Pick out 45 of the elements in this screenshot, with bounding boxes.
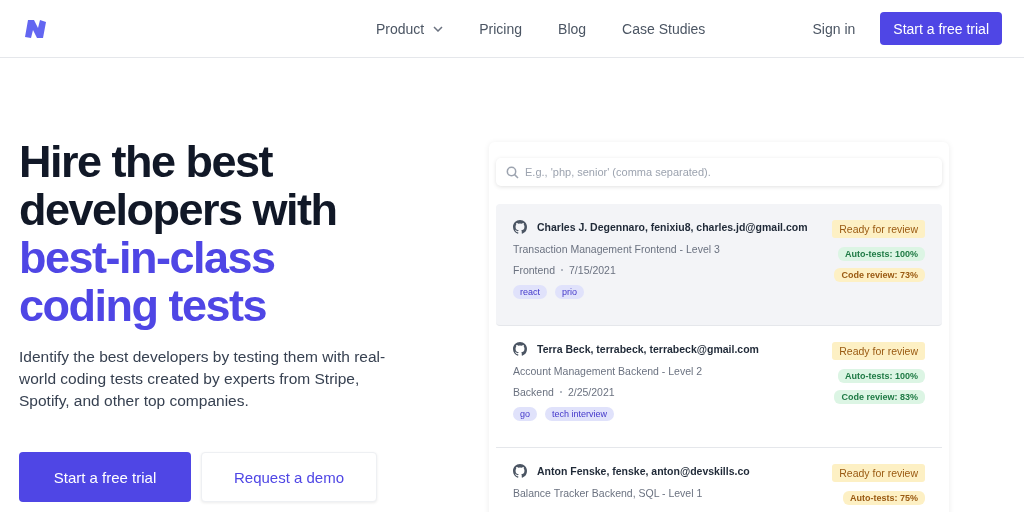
tag: go	[513, 407, 537, 421]
date-label: 7/15/2021	[569, 264, 616, 276]
hero-description: Identify the best developers by testing them with real-world coding tests created by experts from Stripe, Spotify, and other top companies.	[19, 347, 387, 411]
status-badge: Auto-tests: 100%	[838, 369, 925, 383]
headline-line: coding tests	[19, 282, 268, 330]
start-trial-button[interactable]: Start a free trial	[19, 452, 191, 502]
status-badge: Auto-tests: 100%	[838, 247, 925, 261]
track-label: Frontend	[513, 264, 556, 276]
tag: react	[513, 285, 547, 299]
nav-link[interactable]: Product	[376, 20, 444, 37]
nav-link[interactable]: Blog	[558, 20, 587, 37]
test-name: Transaction Management Frontend - Level 3	[513, 243, 721, 255]
test-name: Account Management Backend - Level 2	[513, 365, 704, 377]
request-demo-button[interactable]: Request a demo	[201, 452, 377, 502]
status-badge: Code review: 83%	[834, 390, 925, 404]
candidate-row[interactable]: Anton Fenske, fenske, anton@devskills.co Balance Tracker Backend, SQL - Level 1 Ready for review Auto-tests: 75%	[496, 448, 942, 512]
headline-line: Hire the best	[19, 138, 274, 186]
candidate-name: Anton Fenske, fenske, anton@devskills.co	[537, 465, 750, 477]
date-label: 2/25/2021	[567, 386, 615, 398]
status-badge: Auto-tests: 75%	[843, 491, 925, 505]
github-icon	[513, 342, 527, 356]
github-icon	[513, 464, 527, 478]
candidate-row[interactable]: Charles J. Degennaro, fenixiu8, charles.jd@gmail.com Transaction Management Frontend - Level 3 Frontend 7/15/2021 react prio Ready for review Auto-tests: 100% Code review: 73%	[496, 204, 942, 326]
search-field[interactable]: E.g., 'php, senior' (comma separated).	[496, 158, 942, 186]
test-name: Balance Tracker Backend, SQL - Level 1	[513, 487, 704, 499]
candidate-name: Charles J. Degennaro, fenixiu8, charles.jd@gmail.com	[537, 221, 808, 233]
sign-in-link[interactable]: Sign in	[812, 20, 856, 37]
status-badge: Ready for review	[832, 464, 925, 482]
nav-link[interactable]: Pricing	[479, 20, 523, 37]
track-label: Backend	[513, 386, 554, 398]
candidate-row[interactable]: Terra Beck, terrabeck, terrabeck@gmail.com Account Management Backend - Level 2 Backend 2/25/2021 go tech interview Ready for review Auto-tests: 100% Code review: 83%	[496, 326, 942, 448]
github-icon	[513, 220, 527, 234]
status-badge: Ready for review	[832, 342, 925, 360]
tag: prio	[555, 285, 585, 299]
status-badge: Code review: 73%	[834, 268, 925, 282]
candidate-name: Terra Beck, terrabeck, terrabeck@gmail.com	[537, 343, 759, 355]
chevron-down-icon	[433, 25, 444, 32]
headline-line: best-in-class	[19, 234, 276, 282]
tag: tech interview	[545, 407, 615, 421]
headline-line: developers with	[19, 186, 338, 234]
nav-link[interactable]: Case Studies	[622, 20, 706, 37]
logo-icon[interactable]	[24, 17, 48, 40]
status-badge: Ready for review	[832, 220, 925, 238]
search-icon	[506, 166, 519, 179]
start-trial-button[interactable]: Start a free trial	[880, 12, 1002, 45]
